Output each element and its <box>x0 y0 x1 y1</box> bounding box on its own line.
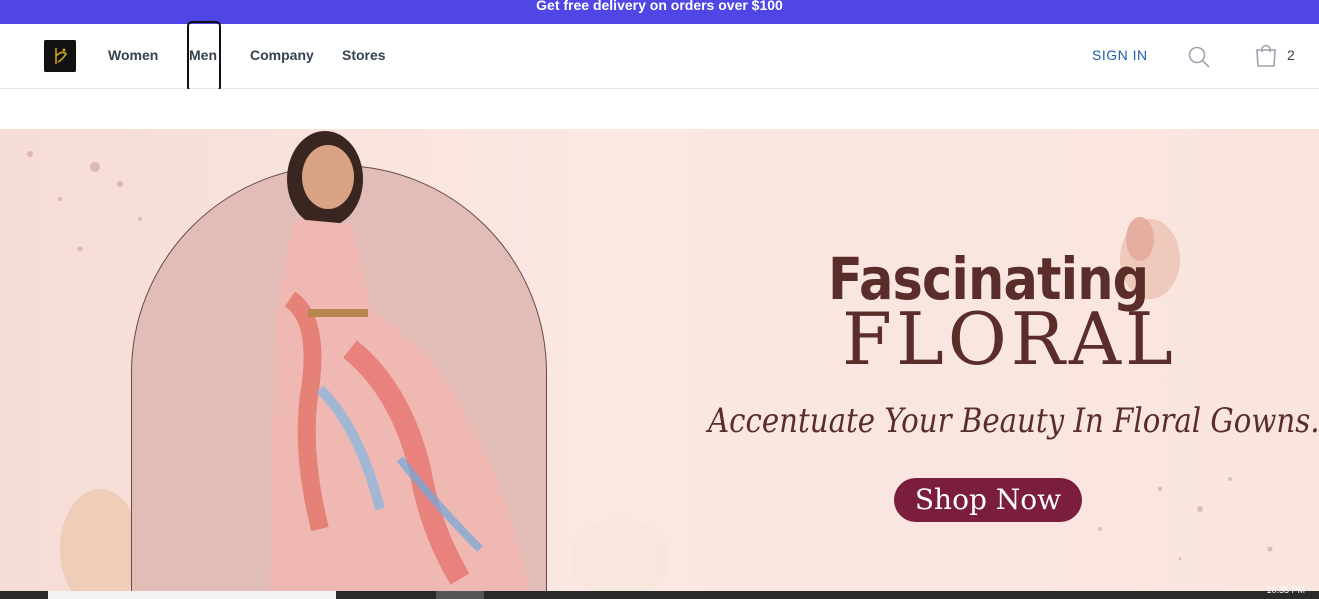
model-in-floral-gown-image <box>270 131 530 591</box>
taskbar-clock: 10:35 PM <box>1266 585 1305 595</box>
sign-in-link[interactable]: SIGN IN <box>1092 47 1148 63</box>
nav-link-men[interactable]: Men <box>187 21 221 92</box>
shop-now-button[interactable]: Shop Now <box>894 478 1082 522</box>
hero-tagline: Accentuate Your Beauty In Floral Gowns. <box>708 401 1319 441</box>
promo-text: Get free delivery on orders over $100 <box>536 0 783 13</box>
cart-count: 2 <box>1287 47 1295 63</box>
taskbar-window-thumbnail[interactable] <box>48 591 336 599</box>
taskbar-app-icon[interactable] <box>436 591 484 599</box>
hero-banner: Fascinating FLORAL Accentuate Your Beaut… <box>0 129 1319 591</box>
header-spacer <box>0 89 1319 129</box>
hero-headline-bottom: FLORAL <box>842 297 1177 381</box>
shopping-bag-icon <box>1256 44 1276 67</box>
cart-button[interactable]: 2 <box>1255 43 1299 69</box>
nav-link-women[interactable]: Women <box>108 47 158 63</box>
nav-link-company[interactable]: Company <box>250 47 314 63</box>
os-taskbar: 10:35 PM <box>0 585 1319 599</box>
store-logo[interactable] <box>44 40 76 72</box>
top-navigation: Women Men Company Stores SIGN IN 2 <box>0 21 1319 92</box>
search-icon[interactable] <box>1187 45 1211 69</box>
nav-link-stores[interactable]: Stores <box>342 47 386 63</box>
promo-banner: Get free delivery on orders over $100 <box>0 0 1319 24</box>
